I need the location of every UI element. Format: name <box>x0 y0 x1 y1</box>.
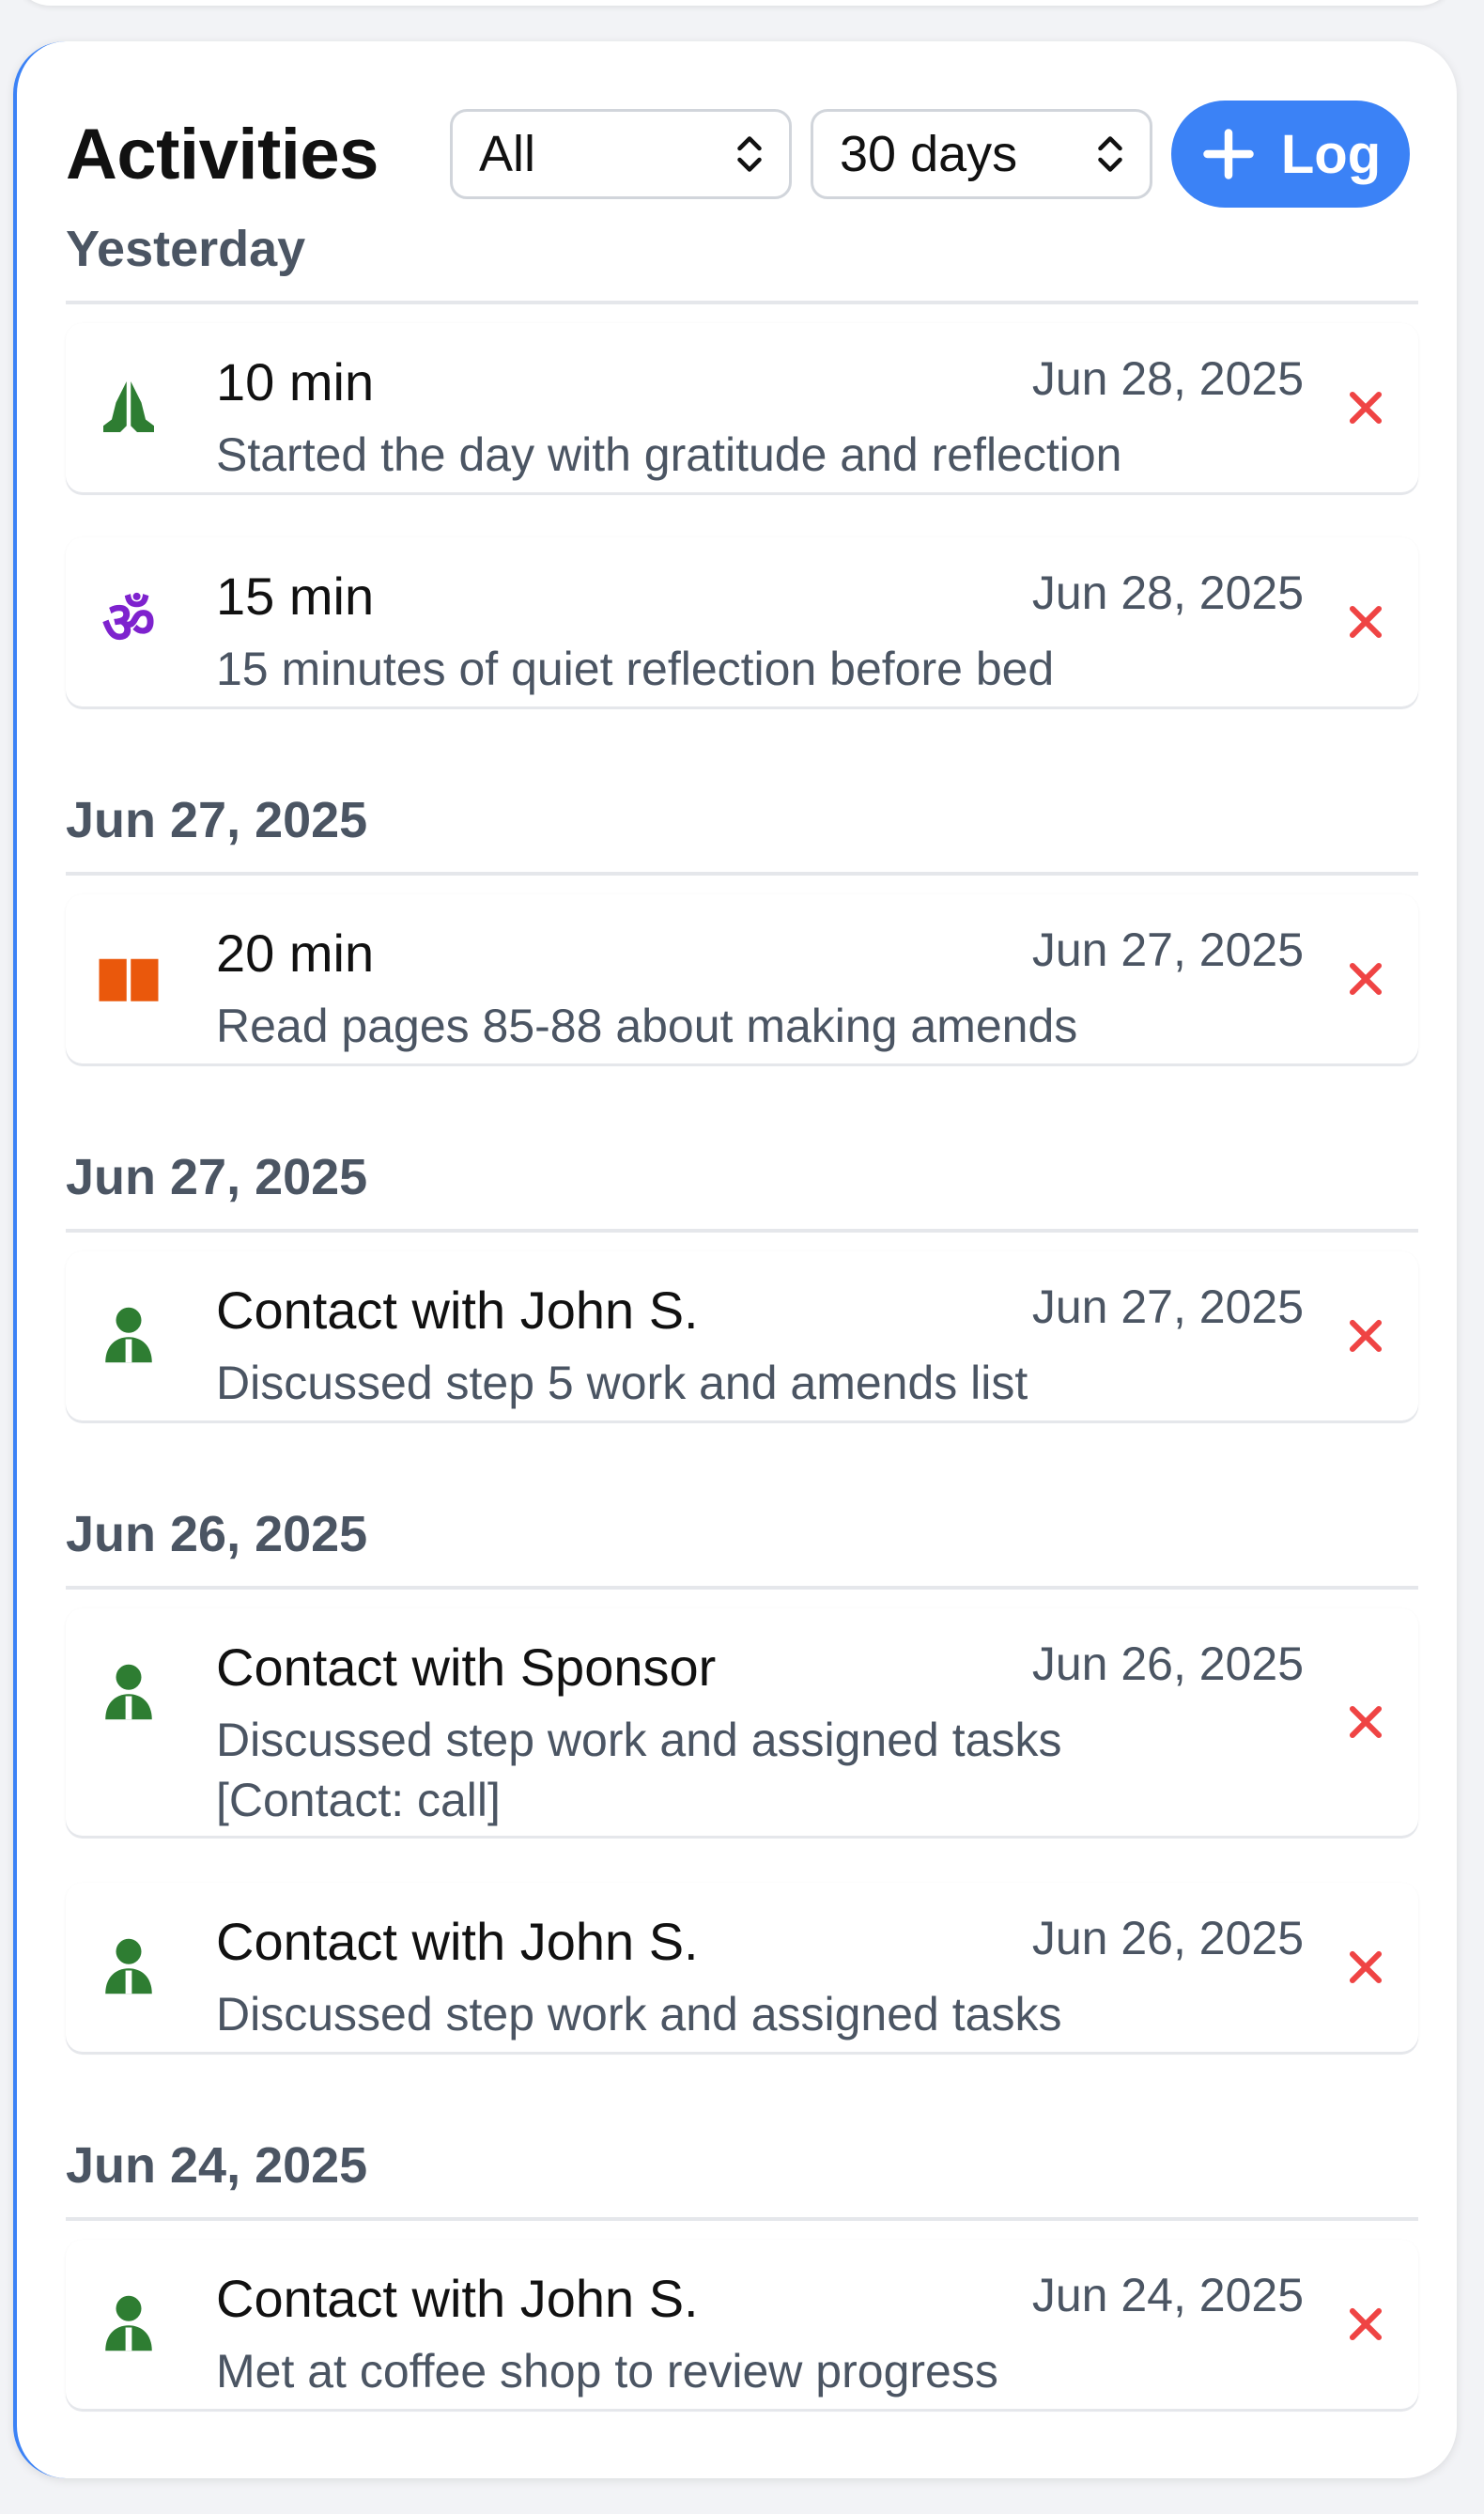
book-icon <box>92 941 165 1015</box>
activity-description: Discussed step 5 work and amends list <box>216 1357 1028 1409</box>
page-title: Activities <box>66 114 379 194</box>
plus-icon <box>1203 129 1254 179</box>
activity-description: Discussed step work and assigned tasks [… <box>216 1710 1277 1830</box>
activity-date: Jun 28, 2025 <box>1031 352 1304 405</box>
activity-title: 20 min <box>216 923 375 983</box>
close-icon <box>1349 1319 1383 1353</box>
activity-title: Contact with Sponsor <box>216 1637 717 1697</box>
close-icon <box>1349 391 1383 425</box>
person-icon <box>92 1655 165 1729</box>
activity-description: Discussed step work and assigned tasks <box>216 1988 1062 2041</box>
activities-card: Activities All 30 days Log Yesterday 10 … <box>13 41 1457 2478</box>
delete-button[interactable] <box>1339 2298 1392 2351</box>
activity-item[interactable]: Contact with John S. Jun 26, 2025 Discus… <box>66 1883 1418 2052</box>
chevron-up-down-icon <box>737 136 762 172</box>
close-icon <box>1349 605 1383 639</box>
activity-description: 15 minutes of quiet reflection before be… <box>216 643 1055 695</box>
activity-title: Contact with John S. <box>216 1912 699 1971</box>
close-icon <box>1349 962 1383 996</box>
activity-date: Jun 26, 2025 <box>1031 1912 1304 1964</box>
activity-date: Jun 24, 2025 <box>1031 2269 1304 2321</box>
activity-description: Read pages 85-88 about making amends <box>216 1000 1078 1052</box>
log-button-label: Log <box>1280 123 1382 185</box>
date-range-value: 30 days <box>840 126 1018 182</box>
person-icon <box>92 1298 165 1372</box>
activity-type-value: All <box>479 126 536 182</box>
group-header: Jun 27, 2025 <box>66 791 1418 876</box>
close-icon <box>1349 2307 1383 2341</box>
activity-description-line: Discussed step work and assigned tasks <box>216 1714 1062 1766</box>
activity-item[interactable]: ॐ 15 min Jun 28, 2025 15 minutes of quie… <box>66 537 1418 706</box>
activity-contact-type: [Contact: call] <box>216 1774 501 1826</box>
activity-description: Met at coffee shop to review progress <box>216 2345 998 2398</box>
activity-date: Jun 28, 2025 <box>1031 566 1304 619</box>
delete-button[interactable] <box>1339 596 1392 648</box>
activity-date: Jun 26, 2025 <box>1031 1637 1304 1690</box>
activities-header: Activities All 30 days Log <box>66 101 1410 208</box>
activity-item[interactable]: 10 min Jun 28, 2025 Started the day with… <box>66 323 1418 492</box>
delete-button[interactable] <box>1339 953 1392 1005</box>
activity-item[interactable]: Contact with Sponsor Jun 26, 2025 Discus… <box>66 1608 1418 1836</box>
group-header: Jun 26, 2025 <box>66 1505 1418 1590</box>
close-icon <box>1349 1950 1383 1984</box>
delete-button[interactable] <box>1339 381 1392 434</box>
person-icon <box>92 2287 165 2360</box>
group-header: Jun 24, 2025 <box>66 2136 1418 2221</box>
activity-date: Jun 27, 2025 <box>1031 1280 1304 1333</box>
activity-date: Jun 27, 2025 <box>1031 923 1304 976</box>
delete-button[interactable] <box>1339 1696 1392 1748</box>
log-activity-button[interactable]: Log <box>1171 101 1410 208</box>
delete-button[interactable] <box>1339 1310 1392 1362</box>
previous-card-edge <box>13 0 1457 6</box>
activity-type-select[interactable]: All <box>450 109 792 199</box>
activity-title: Contact with John S. <box>216 1280 699 1340</box>
activity-title: Contact with John S. <box>216 2269 699 2328</box>
activity-item[interactable]: 20 min Jun 27, 2025 Read pages 85-88 abo… <box>66 894 1418 1063</box>
activity-title: 15 min <box>216 566 375 626</box>
person-icon <box>92 1930 165 2003</box>
activity-description: Started the day with gratitude and refle… <box>216 428 1122 481</box>
close-icon <box>1349 1705 1383 1739</box>
chevron-up-down-icon <box>1098 136 1122 172</box>
activity-title: 10 min <box>216 352 375 411</box>
activity-item[interactable]: Contact with John S. Jun 27, 2025 Discus… <box>66 1251 1418 1420</box>
date-range-select[interactable]: 30 days <box>811 109 1152 199</box>
delete-button[interactable] <box>1339 1941 1392 1994</box>
praying-hands-icon <box>92 370 165 443</box>
group-header: Yesterday <box>66 220 1418 304</box>
activity-item[interactable]: Contact with John S. Jun 24, 2025 Met at… <box>66 2240 1418 2409</box>
group-header: Jun 27, 2025 <box>66 1148 1418 1233</box>
om-icon: ॐ <box>101 588 156 657</box>
